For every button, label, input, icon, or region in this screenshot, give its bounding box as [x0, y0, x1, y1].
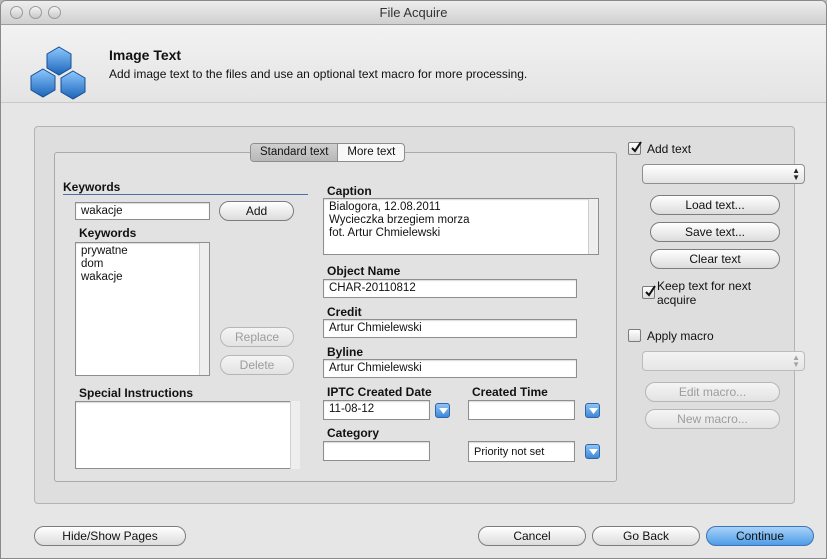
special-instructions-label: Special Instructions: [79, 386, 194, 400]
keywords-list[interactable]: prywatne dom wakacje: [75, 242, 210, 376]
add-keyword-button[interactable]: Add: [219, 201, 294, 221]
list-item[interactable]: wakacje: [81, 271, 204, 284]
keywords-divider: [63, 194, 308, 195]
page-subtitle: Add image text to the files and use an o…: [109, 67, 528, 81]
text-preset-select[interactable]: ▲ ▼: [642, 164, 805, 184]
popup-arrows-icon: ▲ ▼: [792, 353, 800, 369]
keywords-section-label: Keywords: [63, 180, 121, 194]
caption-label: Caption: [327, 184, 372, 198]
delete-keyword-button[interactable]: Delete: [220, 355, 294, 375]
created-time-field[interactable]: [468, 400, 575, 420]
clear-text-button[interactable]: Clear text: [650, 249, 780, 269]
category-field[interactable]: [323, 441, 430, 461]
tab-standard-text[interactable]: Standard text: [251, 144, 339, 161]
continue-button[interactable]: Continue: [706, 526, 814, 546]
time-picker-button[interactable]: [585, 403, 600, 418]
chevron-down-icon: [439, 408, 448, 414]
tab-more-text[interactable]: More text: [338, 144, 404, 161]
text-tabs: Standard text More text: [250, 143, 406, 162]
keep-text-checkbox[interactable]: [642, 285, 656, 299]
byline-label: Byline: [327, 345, 364, 359]
go-back-button[interactable]: Go Back: [592, 526, 700, 546]
keep-text-label-line1: Keep text for next: [657, 279, 752, 293]
iptc-created-date-label: IPTC Created Date: [327, 385, 432, 399]
chevron-down-icon: [589, 408, 598, 414]
cancel-button[interactable]: Cancel: [478, 526, 586, 546]
special-instructions-field[interactable]: [75, 401, 300, 469]
window-title: File Acquire: [379, 5, 448, 20]
title-bar: File Acquire: [1, 1, 826, 25]
list-item[interactable]: prywatne: [81, 245, 204, 258]
special-instructions-scrollbar[interactable]: [290, 401, 300, 469]
category-label: Category: [327, 426, 380, 440]
apply-macro-checkbox[interactable]: [628, 329, 641, 342]
iptc-created-date-field[interactable]: 11-08-12: [323, 400, 430, 420]
caption-line: Wycieczka brzegiem morza: [329, 214, 470, 226]
checkmark-icon: [631, 141, 642, 153]
add-text-label: Add text: [647, 142, 692, 156]
list-item[interactable]: dom: [81, 258, 204, 271]
object-name-label: Object Name: [327, 264, 401, 278]
edit-macro-button[interactable]: Edit macro...: [645, 382, 780, 402]
replace-keyword-button[interactable]: Replace: [220, 327, 294, 347]
credit-field[interactable]: Artur Chmielewski: [323, 319, 577, 338]
macro-select[interactable]: ▲ ▼: [642, 351, 805, 371]
keep-text-label-line2: acquire: [657, 293, 697, 307]
priority-picker-button[interactable]: [585, 444, 600, 459]
keywords-list-label: Keywords: [79, 226, 137, 240]
chevron-down-icon: [589, 449, 598, 455]
byline-field[interactable]: Artur Chmielewski: [323, 359, 577, 378]
caption-field[interactable]: Bialogora, 12.08.2011 Wycieczka brzegiem…: [323, 198, 599, 255]
add-text-checkbox[interactable]: [628, 141, 642, 155]
priority-field[interactable]: Priority not set: [468, 441, 575, 462]
date-picker-button[interactable]: [435, 403, 450, 418]
keyword-input[interactable]: wakacje: [75, 202, 210, 220]
image-text-hexagons-icon: [30, 46, 86, 100]
save-text-button[interactable]: Save text...: [650, 222, 780, 242]
caption-line: fot. Artur Chmielewski: [329, 227, 441, 239]
object-name-field[interactable]: CHAR-20110812: [323, 279, 577, 298]
caption-line: Bialogora, 12.08.2011: [329, 201, 441, 213]
page-title: Image Text: [109, 47, 182, 63]
popup-arrows-icon: ▲ ▼: [792, 166, 800, 182]
apply-macro-label: Apply macro: [647, 329, 714, 343]
new-macro-button[interactable]: New macro...: [645, 409, 780, 429]
checkmark-icon: [645, 285, 656, 297]
credit-label: Credit: [327, 305, 362, 319]
keywords-scrollbar[interactable]: [199, 243, 209, 375]
load-text-button[interactable]: Load text...: [650, 195, 780, 215]
file-acquire-window: File Acquire Image Text Add image text t…: [0, 0, 827, 559]
caption-scrollbar[interactable]: [588, 199, 598, 254]
page-header: Image Text Add image text to the files a…: [1, 25, 826, 103]
hide-show-pages-button[interactable]: Hide/Show Pages: [34, 526, 186, 546]
created-time-label: Created Time: [472, 385, 548, 399]
